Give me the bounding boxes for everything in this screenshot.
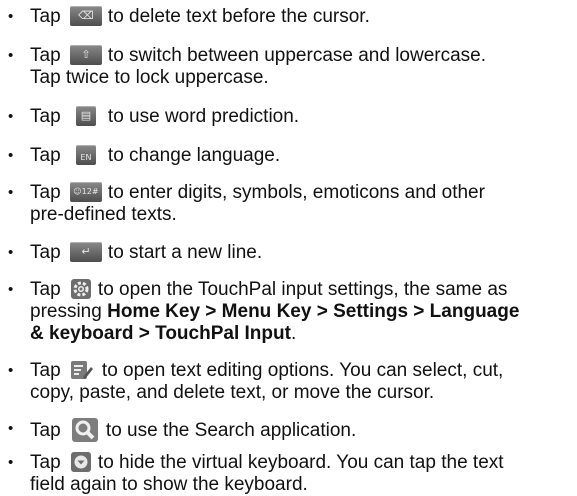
- bullet: •: [8, 147, 14, 164]
- item-text: Tap: [30, 106, 66, 127]
- item-text: to switch between uppercase and lowercas…: [107, 45, 487, 66]
- item-text: Tap: [30, 360, 66, 381]
- item-text-end: .: [290, 323, 297, 344]
- language-key-icon: EN: [70, 145, 102, 165]
- item-text: to start a new line.: [107, 242, 263, 263]
- list-item: • Tap to open text editing options. You …: [0, 360, 575, 404]
- bullet: •: [8, 362, 14, 379]
- list-item: • Tap ⌫ to delete text before the cursor.: [0, 6, 575, 28]
- list-item: • Tap ⇧ to switch between uppercase and l…: [0, 45, 575, 89]
- item-text: Tap: [30, 145, 66, 166]
- shift-key-icon: ⇧: [69, 45, 102, 65]
- item-text: to change language.: [107, 145, 281, 166]
- item-text-continued: pressing: [30, 301, 108, 322]
- bullet: •: [8, 420, 14, 437]
- list-item: • Tap ↵ to start a new line.: [0, 242, 575, 264]
- bullet: •: [8, 108, 14, 125]
- symbols-key-icon: ☺12#: [69, 182, 102, 202]
- item-text: to use word prediction.: [107, 106, 300, 127]
- item-text: Tap: [30, 452, 66, 473]
- list-item: • Tap ☺12# to enter digits, symbols, emot…: [0, 182, 575, 226]
- item-text-continued: pre-defined texts.: [30, 204, 177, 225]
- bullet: •: [8, 8, 14, 25]
- item-text: to open text editing options. You can se…: [101, 360, 504, 381]
- word-prediction-key-icon: ▤: [70, 106, 102, 126]
- bullet: •: [8, 281, 14, 298]
- settings-path-bold: Home Key > Menu Key > Settings > Languag…: [107, 301, 520, 322]
- search-icon: [70, 418, 100, 442]
- item-text: to enter digits, symbols, emoticons and …: [107, 182, 485, 203]
- item-text: to use the Search application.: [105, 420, 357, 441]
- item-text: Tap: [30, 182, 66, 203]
- item-text-continued: Tap twice to lock uppercase.: [30, 67, 269, 88]
- item-text: Tap: [30, 420, 66, 441]
- item-text: Tap: [30, 45, 66, 66]
- item-text: Tap: [30, 279, 66, 300]
- bullet: •: [8, 47, 14, 64]
- list-item: • Tap EN to change language.: [0, 145, 575, 167]
- list-item: • Tap ▤ to use word prediction.: [0, 106, 575, 128]
- settings-path-bold: & keyboard > TouchPal Input: [30, 323, 291, 344]
- bullet: •: [8, 244, 14, 261]
- list-item: • Tap to open the TouchPal input setting…: [0, 279, 575, 345]
- enter-key-icon: ↵: [69, 242, 102, 262]
- hide-keyboard-icon: [70, 452, 92, 472]
- item-text: to delete text before the cursor.: [107, 6, 370, 27]
- item-text: Tap: [30, 242, 66, 263]
- list-item: • Tap to use the Search application.: [0, 418, 575, 442]
- item-text: to open the TouchPal input settings, the…: [97, 279, 508, 300]
- backspace-key-icon: ⌫: [69, 6, 102, 26]
- list-item: • Tap to hide the virtual keyboard. You …: [0, 452, 575, 496]
- bullet: •: [8, 184, 14, 201]
- item-text: to hide the virtual keyboard. You can ta…: [97, 452, 504, 473]
- edit-text-icon: [70, 360, 96, 380]
- item-text: Tap: [30, 6, 66, 27]
- gear-icon: [70, 279, 92, 299]
- bullet: •: [8, 454, 14, 471]
- item-text-continued: copy, paste, and delete text, or move th…: [30, 382, 435, 403]
